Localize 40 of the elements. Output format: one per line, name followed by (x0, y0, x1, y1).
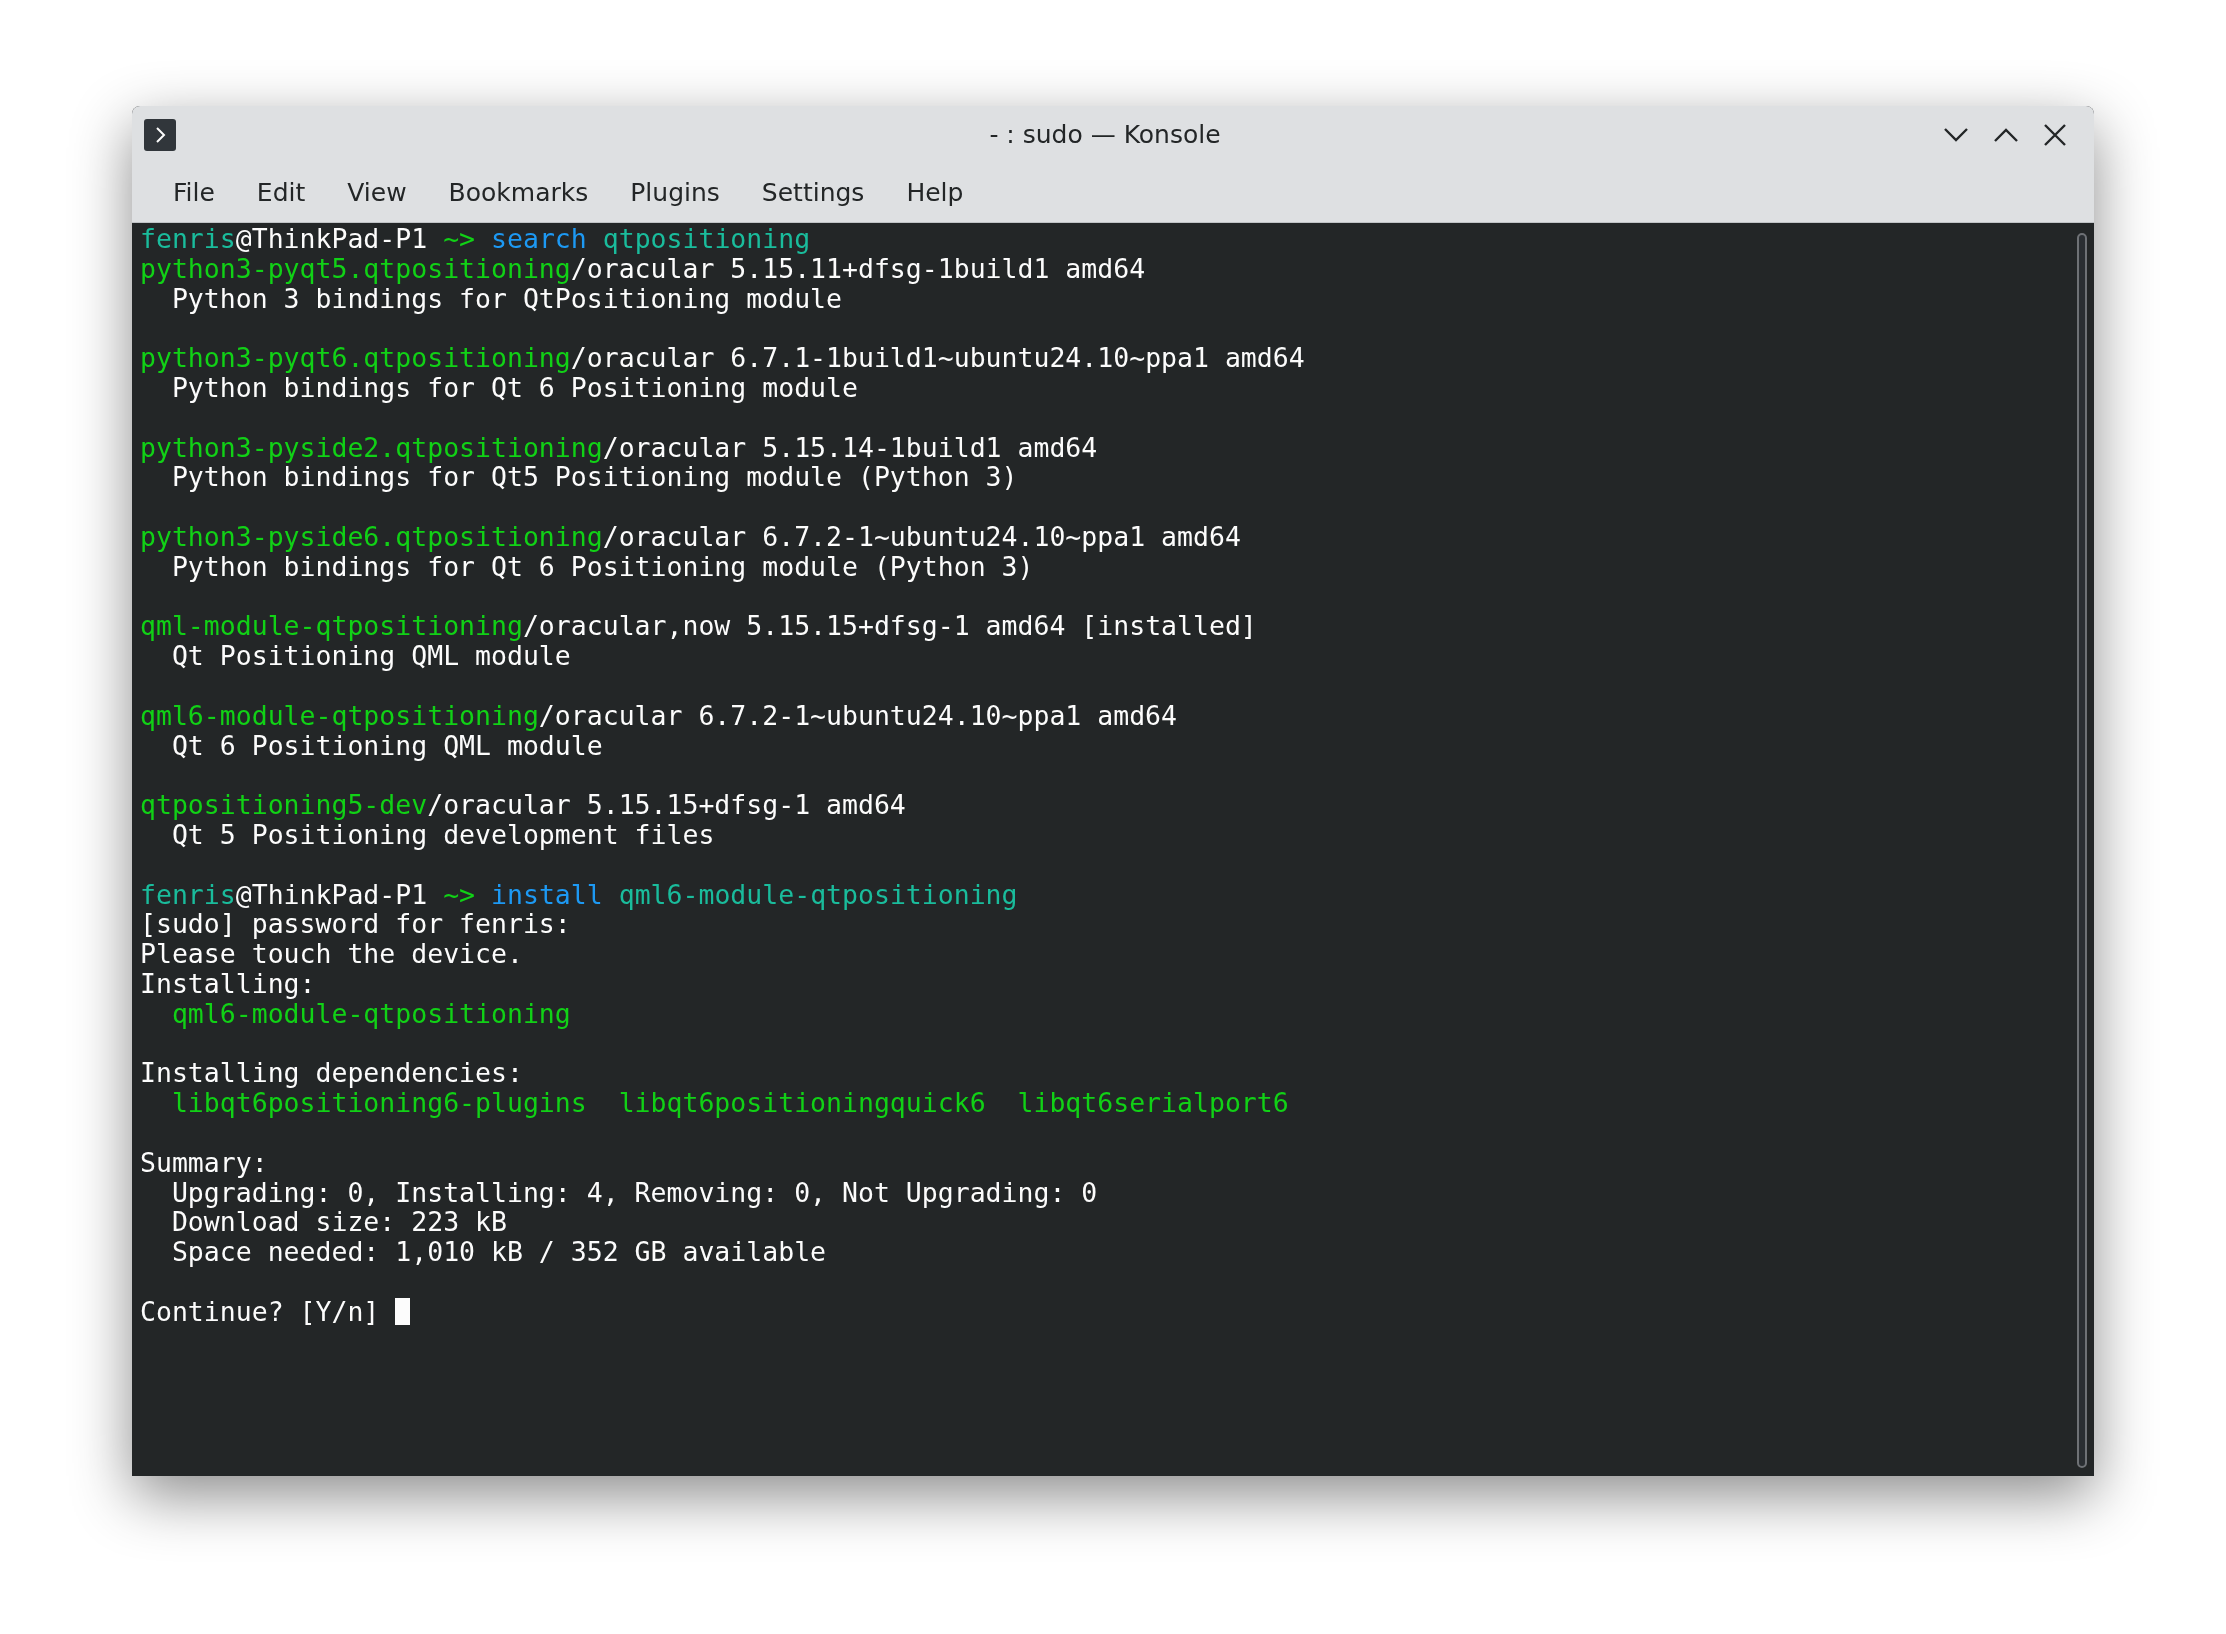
terminal-line: libqt6positioning6-plugins libqt6positioningquick6 libqt6serialport6 (171, 1088, 1289, 1118)
terminal-line: qml6-module-qtpositioning (171, 998, 571, 1029)
terminal-line: python3-pyside2.qtpositioning/oracular 5.15.14-1build1 amd64 (140, 432, 1098, 463)
window-title: - : sudo — Konsole (988, 120, 1222, 149)
terminal-line: qml6-module-qtpositioning/oracular 6.7.2-1~ubuntu24.10~ppa1 amd64 (140, 700, 1178, 731)
terminal-line: Continue? [Y/n] (140, 1296, 411, 1327)
menu-item[interactable]: Settings (740, 172, 886, 213)
terminal-line: Installing dependencies: (140, 1058, 523, 1089)
minimize-icon[interactable] (1944, 127, 1968, 142)
terminal-line: Please touch the device. (140, 939, 523, 969)
terminal-line: fenris@ThinkPad-P1 ~> install qml6-module-qtpositioning (140, 879, 1018, 910)
scrollbar[interactable] (2077, 233, 2087, 1468)
terminal-line: fenris@ThinkPad-P1 ~> search qtpositioning (140, 224, 811, 254)
terminal-line: Python bindings for Qt 6 Positioning module (171, 373, 858, 403)
terminal-line: qml-module-qtpositioning/oracular,now 5.15.15+dfsg-1 amd64 [installed] (140, 611, 1257, 642)
terminal-line: [sudo] password for fenris: (140, 909, 571, 940)
terminal-line: Summary: (140, 1147, 268, 1178)
terminal-line: Qt 5 Positioning development files (171, 819, 715, 850)
terminal-line: Installing: (140, 968, 316, 999)
terminal-line: Python bindings for Qt5 Positioning module (Python 3) (171, 462, 1018, 493)
terminal-line: Space needed: 1,010 kB / 352 GB available (170, 1237, 827, 1267)
maximize-icon[interactable] (1994, 127, 2018, 142)
close-icon[interactable] (2044, 123, 2066, 146)
terminal-line: Python 3 bindings for QtPositioning module (171, 283, 842, 314)
menu-item[interactable]: Plugins (609, 172, 741, 213)
terminal-line: Qt 6 Positioning QML module (171, 730, 603, 761)
menu-item[interactable]: View (326, 172, 428, 213)
terminal-line: Download size: 223 kB (170, 1207, 507, 1238)
terminal-line: python3-pyside6.qtpositioning/oracular 6.7.2-1~ubuntu24.10~ppa1 amd64 (140, 521, 1241, 552)
menu-item[interactable]: Bookmarks (427, 172, 610, 213)
terminal-line: python3-pyqt5.qtpositioning/oracular 5.15.11+dfsg-1build1 amd64 (140, 253, 1146, 284)
terminal-line: Upgrading: 0, Installing: 4, Removing: 0, Not Upgrading: 0 (171, 1177, 1098, 1208)
terminal-icon[interactable] (144, 118, 176, 151)
menu-item[interactable]: File (152, 172, 236, 213)
menu-item[interactable]: Edit (235, 172, 327, 213)
menu-item[interactable]: Help (885, 172, 985, 213)
terminal-line: Python bindings for Qt 6 Positioning module (Python 3) (171, 551, 1034, 582)
terminal-line: Qt Positioning QML module (171, 641, 571, 671)
terminal-line: python3-pyqt6.qtpositioning/oracular 6.7.1-1build1~ubuntu24.10~ppa1 amd64 (140, 343, 1305, 373)
terminal-line: qtpositioning5-dev/oracular 5.15.15+dfsg-1 amd64 (140, 790, 906, 820)
